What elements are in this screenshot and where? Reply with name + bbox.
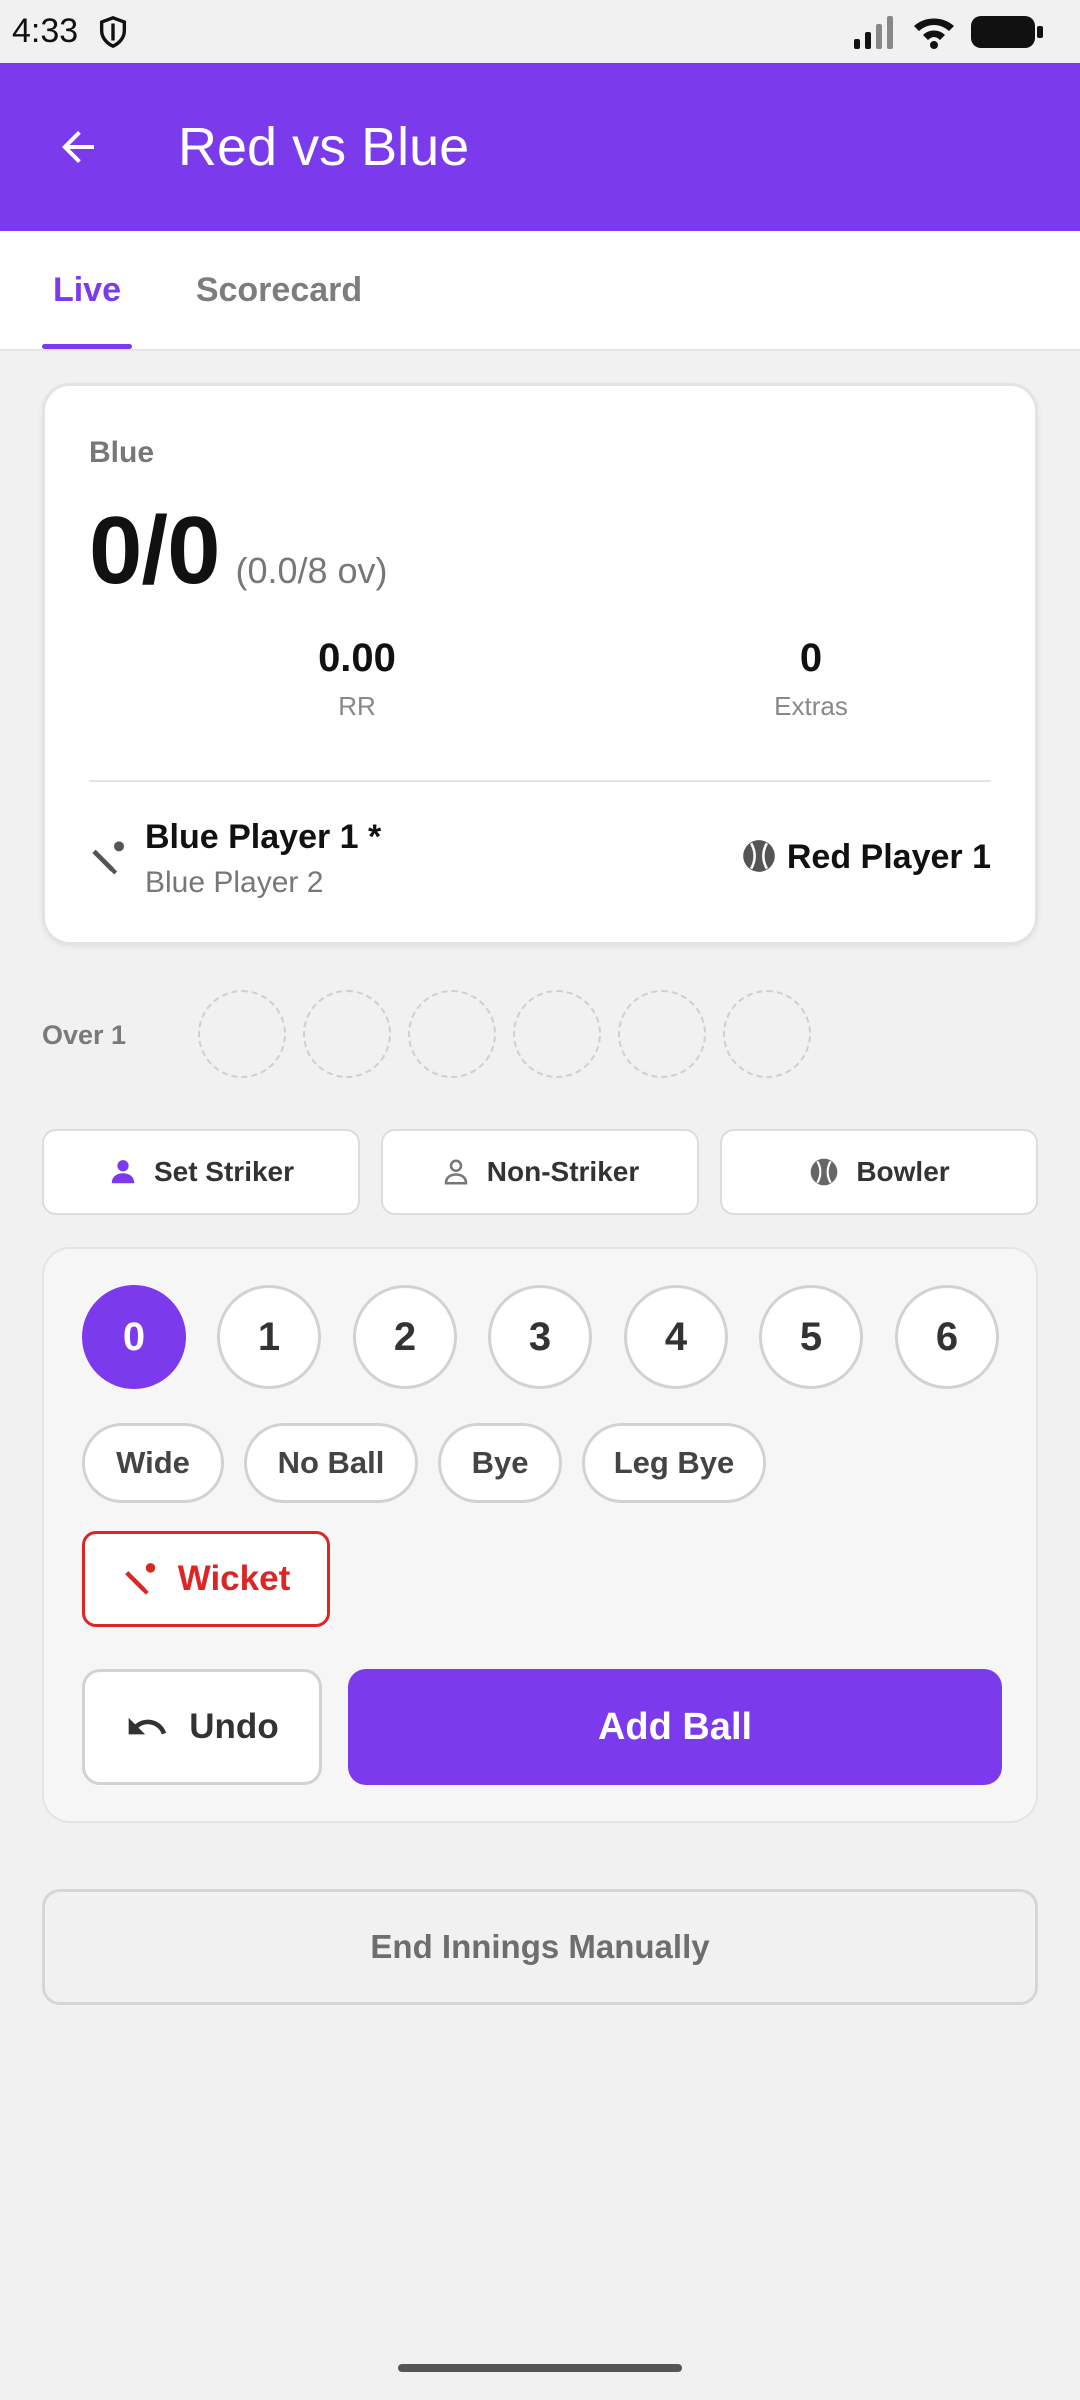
scoring-panel: 0 1 2 3 4 5 6 Wide No Ball Bye Leg Bye W… bbox=[42, 1247, 1038, 1823]
wide-button[interactable]: Wide bbox=[82, 1423, 224, 1503]
run-button-6[interactable]: 6 bbox=[895, 1285, 999, 1389]
cricket-ball-icon bbox=[810, 1158, 838, 1186]
end-innings-button[interactable]: End Innings Manually bbox=[42, 1889, 1038, 2005]
set-striker-button[interactable]: Set Striker bbox=[42, 1129, 360, 1215]
bowler-button[interactable]: Bowler bbox=[720, 1129, 1038, 1215]
score-total: 0/0 bbox=[89, 497, 220, 604]
home-indicator[interactable] bbox=[398, 2364, 682, 2372]
extras-value: 0 bbox=[799, 636, 823, 680]
run-button-4[interactable]: 4 bbox=[624, 1285, 728, 1389]
undo-icon bbox=[128, 1717, 167, 1735]
cricket-bat-icon bbox=[92, 841, 124, 875]
bowler-label: Bowler bbox=[856, 1156, 950, 1187]
undo-button[interactable]: Undo bbox=[82, 1669, 322, 1785]
score-card: Blue 0/0 (0.0/8 ov) 0.00 RR 0 Extras Blu… bbox=[42, 383, 1038, 945]
tab-bar: Live Scorecard bbox=[0, 231, 1080, 351]
cricket-ball-icon bbox=[743, 840, 775, 872]
tab-live[interactable]: Live bbox=[42, 231, 132, 349]
ball-slot bbox=[723, 990, 811, 1078]
leg-bye-button[interactable]: Leg Bye bbox=[582, 1423, 766, 1503]
striker-name: Blue Player 1 * bbox=[145, 818, 382, 856]
add-ball-button[interactable]: Add Ball bbox=[348, 1669, 1002, 1785]
cricket-bat-icon bbox=[124, 1563, 155, 1595]
non-striker-button[interactable]: Non-Striker bbox=[381, 1129, 699, 1215]
divider bbox=[89, 780, 991, 782]
run-button-1[interactable]: 1 bbox=[217, 1285, 321, 1389]
app-bar: Red vs Blue bbox=[0, 63, 1080, 231]
ball-slot bbox=[618, 990, 706, 1078]
ball-slot bbox=[303, 990, 391, 1078]
battery-icon bbox=[971, 15, 1043, 48]
wicket-button[interactable]: Wicket bbox=[82, 1531, 330, 1627]
person-outline-icon bbox=[444, 1159, 468, 1185]
page-title: Red vs Blue bbox=[178, 117, 470, 177]
ball-slot bbox=[408, 990, 496, 1078]
wicket-label: Wicket bbox=[177, 1559, 291, 1598]
bye-button[interactable]: Bye bbox=[438, 1423, 562, 1503]
run-rate-label: RR bbox=[338, 691, 376, 721]
run-button-5[interactable]: 5 bbox=[759, 1285, 863, 1389]
undo-label: Undo bbox=[189, 1707, 279, 1746]
status-bar: 4:33 bbox=[0, 0, 1080, 63]
score-row: 0/0 (0.0/8 ov) bbox=[89, 496, 388, 606]
vpn-shield-icon bbox=[100, 15, 127, 48]
signal-icon bbox=[854, 15, 893, 49]
bowler-name: Red Player 1 bbox=[786, 838, 991, 876]
overs-progress: (0.0/8 ov) bbox=[235, 550, 388, 591]
no-ball-button[interactable]: No Ball bbox=[244, 1423, 418, 1503]
back-button[interactable] bbox=[38, 107, 118, 187]
arrow-back-icon bbox=[62, 131, 94, 163]
status-time: 4:33 bbox=[12, 12, 79, 50]
extras-stat: 0 Extras bbox=[691, 636, 931, 722]
tab-scorecard[interactable]: Scorecard bbox=[190, 231, 368, 349]
run-rate-value: 0.00 bbox=[318, 636, 396, 680]
ball-slot bbox=[198, 990, 286, 1078]
run-rate-stat: 0.00 RR bbox=[237, 636, 477, 722]
set-striker-label: Set Striker bbox=[153, 1156, 295, 1187]
over-label: Over 1 bbox=[42, 1020, 127, 1050]
wifi-icon bbox=[914, 18, 954, 49]
non-striker-label: Non-Striker bbox=[486, 1156, 640, 1187]
run-button-3[interactable]: 3 bbox=[488, 1285, 592, 1389]
run-button-2[interactable]: 2 bbox=[353, 1285, 457, 1389]
extras-label: Extras bbox=[774, 691, 848, 721]
person-icon bbox=[111, 1160, 135, 1184]
non-striker-name: Blue Player 2 bbox=[145, 866, 324, 899]
batting-team-name: Blue bbox=[89, 436, 155, 469]
ball-slot bbox=[513, 990, 601, 1078]
run-button-0[interactable]: 0 bbox=[82, 1285, 186, 1389]
